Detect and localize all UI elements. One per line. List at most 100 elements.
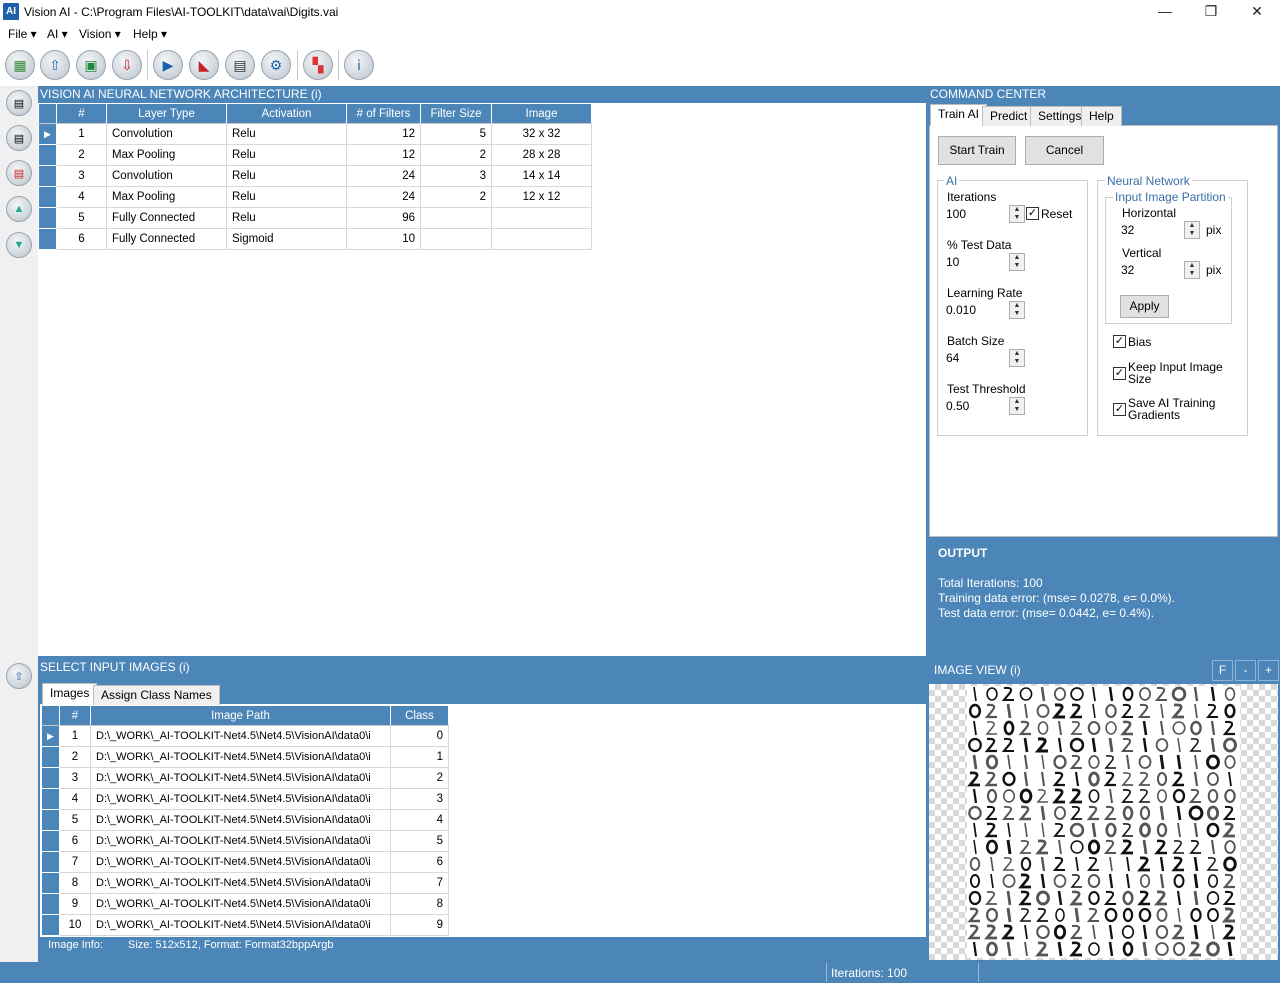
table-row[interactable]: 5 Fully Connected Relu 96 [38, 207, 592, 229]
table-cell[interactable]: 8 [59, 872, 91, 894]
table-cell[interactable]: 12 [346, 123, 421, 145]
save-icon[interactable]: ▣ [76, 50, 106, 80]
table-cell[interactable]: 6 [390, 851, 449, 873]
table-cell[interactable]: 2 [56, 144, 107, 166]
keep-input-image-size-checkbox[interactable]: ✓ [1113, 367, 1126, 380]
table-cell[interactable]: 10 [59, 914, 91, 936]
horizontal-spinner[interactable]: ▲ ▼ [1184, 221, 1200, 239]
row-selector[interactable]: ▶ [41, 725, 60, 747]
zoom-out-button[interactable]: - [1235, 660, 1256, 681]
table-cell[interactable]: 12 [346, 144, 421, 166]
table-cell[interactable]: 12 x 12 [491, 186, 592, 208]
column-header[interactable]: Class [390, 705, 449, 726]
table-cell[interactable]: 8 [390, 893, 449, 915]
row-selector[interactable] [41, 872, 60, 894]
row-selector[interactable] [38, 186, 57, 208]
table-cell[interactable] [420, 207, 492, 229]
table-cell[interactable]: 28 x 28 [491, 144, 592, 166]
color-grid-icon[interactable]: ▚ [303, 50, 333, 80]
vertical-spinner[interactable]: ▲ ▼ [1184, 261, 1200, 279]
table-cell[interactable]: 3 [420, 165, 492, 187]
table-cell[interactable]: D:\_WORK\_AI-TOOLKIT-Net4.5\Net4.5\Visio… [90, 851, 391, 873]
row-selector[interactable]: ▶ [38, 123, 57, 145]
table-cell[interactable]: 5 [390, 830, 449, 852]
tab-assign-class-names[interactable]: Assign Class Names [93, 685, 220, 705]
start-train-button[interactable]: Start Train [938, 136, 1016, 165]
table-cell[interactable]: 1 [390, 746, 449, 768]
table-row[interactable]: 6 Fully Connected Sigmoid 10 [38, 228, 592, 250]
menu-ai[interactable]: AI ▾ [47, 27, 68, 41]
table-cell[interactable] [420, 228, 492, 250]
table-cell[interactable]: D:\_WORK\_AI-TOOLKIT-Net4.5\Net4.5\Visio… [90, 767, 391, 789]
table-cell[interactable]: 2 [420, 144, 492, 166]
cancel-button[interactable]: Cancel [1025, 136, 1104, 165]
vertical-input[interactable]: 32 [1119, 261, 1183, 279]
table-cell[interactable]: 9 [59, 893, 91, 915]
test-threshold-input[interactable]: 0.50 [944, 397, 1008, 415]
menu-vision[interactable]: Vision ▾ [79, 27, 121, 41]
table-cell[interactable]: Fully Connected [106, 207, 227, 229]
menu-file[interactable]: File ▾ [8, 27, 37, 41]
table-row[interactable]: 4 Max Pooling Relu 24 2 12 x 12 [38, 186, 592, 208]
close-button[interactable]: ✕ [1234, 0, 1280, 24]
restore-button[interactable]: ❐ [1188, 0, 1234, 24]
table-cell[interactable]: 9 [390, 914, 449, 936]
table-row[interactable]: 3 D:\_WORK\_AI-TOOLKIT-Net4.5\Net4.5\Visi… [41, 767, 449, 789]
table-row[interactable]: 5 D:\_WORK\_AI-TOOLKIT-Net4.5\Net4.5\Visi… [41, 809, 449, 831]
table-cell[interactable]: Relu [226, 186, 347, 208]
column-header[interactable]: Filter Size [420, 103, 492, 124]
table-cell[interactable]: D:\_WORK\_AI-TOOLKIT-Net4.5\Net4.5\Visio… [90, 725, 391, 747]
train-icon[interactable]: ◣ [189, 50, 219, 80]
table-cell[interactable]: Relu [226, 144, 347, 166]
table-row[interactable]: 2 D:\_WORK\_AI-TOOLKIT-Net4.5\Net4.5\Visi… [41, 746, 449, 768]
row-selector[interactable] [41, 809, 60, 831]
column-header[interactable]: Image Path [90, 705, 391, 726]
test-threshold-spinner[interactable]: ▲ ▼ [1009, 397, 1025, 415]
image-view-title[interactable]: IMAGE VIEW (i) [934, 663, 1021, 677]
table-cell[interactable]: Convolution [106, 123, 227, 145]
table-cell[interactable]: 5 [420, 123, 492, 145]
download-icon[interactable]: ⇩ [112, 50, 142, 80]
batch-size-input[interactable]: 64 [944, 349, 1008, 367]
table-cell[interactable]: 10 [346, 228, 421, 250]
row-selector[interactable] [41, 746, 60, 768]
table-cell[interactable]: 7 [59, 851, 91, 873]
add-layer-icon[interactable]: ▤ [6, 90, 32, 116]
table-cell[interactable]: D:\_WORK\_AI-TOOLKIT-Net4.5\Net4.5\Visio… [90, 746, 391, 768]
test-data-spinner[interactable]: ▲ ▼ [1009, 253, 1025, 271]
table-cell[interactable]: 5 [56, 207, 107, 229]
learning-rate-input[interactable]: 0.010 [944, 301, 1008, 319]
bias-checkbox[interactable]: ✓ [1113, 335, 1126, 348]
table-row[interactable]: 9 D:\_WORK\_AI-TOOLKIT-Net4.5\Net4.5\Visi… [41, 893, 449, 915]
move-down-icon[interactable]: ▼ [6, 232, 32, 258]
table-cell[interactable]: D:\_WORK\_AI-TOOLKIT-Net4.5\Net4.5\Visio… [90, 893, 391, 915]
batch-size-spinner[interactable]: ▲ ▼ [1009, 349, 1025, 367]
reset-checkbox[interactable]: ✓ [1026, 207, 1039, 220]
table-cell[interactable]: D:\_WORK\_AI-TOOLKIT-Net4.5\Net4.5\Visio… [90, 809, 391, 831]
table-row[interactable]: 7 D:\_WORK\_AI-TOOLKIT-Net4.5\Net4.5\Visi… [41, 851, 449, 873]
column-header[interactable]: Image [491, 103, 592, 124]
info-icon[interactable]: ⅰ [344, 50, 374, 80]
table-cell[interactable]: Max Pooling [106, 186, 227, 208]
table-row[interactable]: ▶ 1 D:\_WORK\_AI-TOOLKIT-Net4.5\Net4.5\Vis… [41, 725, 449, 747]
row-selector[interactable] [41, 914, 60, 936]
column-header[interactable]: # [56, 103, 107, 124]
table-cell[interactable]: 32 x 32 [491, 123, 592, 145]
table-cell[interactable]: 24 [346, 165, 421, 187]
table-cell[interactable]: 7 [390, 872, 449, 894]
load-images-icon[interactable]: ⇧ [6, 663, 32, 689]
row-selector[interactable] [41, 767, 60, 789]
table-cell[interactable]: 2 [390, 767, 449, 789]
row-selector[interactable] [41, 893, 60, 915]
iterations-spinner[interactable]: ▲ ▼ [1009, 205, 1025, 223]
table-row[interactable]: 4 D:\_WORK\_AI-TOOLKIT-Net4.5\Net4.5\Visi… [41, 788, 449, 810]
test-data-input[interactable]: 10 [944, 253, 1008, 271]
table-cell[interactable]: Relu [226, 123, 347, 145]
table-cell[interactable]: 2 [420, 186, 492, 208]
table-row[interactable]: 8 D:\_WORK\_AI-TOOLKIT-Net4.5\Net4.5\Visi… [41, 872, 449, 894]
table-cell[interactable]: 5 [59, 809, 91, 831]
row-selector[interactable] [38, 144, 57, 166]
learning-rate-spinner[interactable]: ▲ ▼ [1009, 301, 1025, 319]
row-selector[interactable] [41, 788, 60, 810]
table-cell[interactable] [491, 207, 592, 229]
